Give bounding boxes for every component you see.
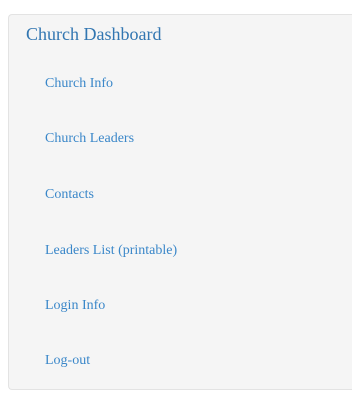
sidebar-item-church-leaders[interactable]: Church Leaders	[45, 130, 134, 148]
sidebar-item-church-info[interactable]: Church Info	[45, 75, 113, 93]
panel-title: Church Dashboard	[26, 24, 162, 44]
sidebar-item-contacts[interactable]: Contacts	[45, 186, 94, 204]
sidebar-item-log-out[interactable]: Log-out	[45, 352, 90, 370]
sidebar-item-login-info[interactable]: Login Info	[45, 297, 105, 315]
sidebar-item-leaders-list[interactable]: Leaders List (printable)	[45, 242, 177, 260]
